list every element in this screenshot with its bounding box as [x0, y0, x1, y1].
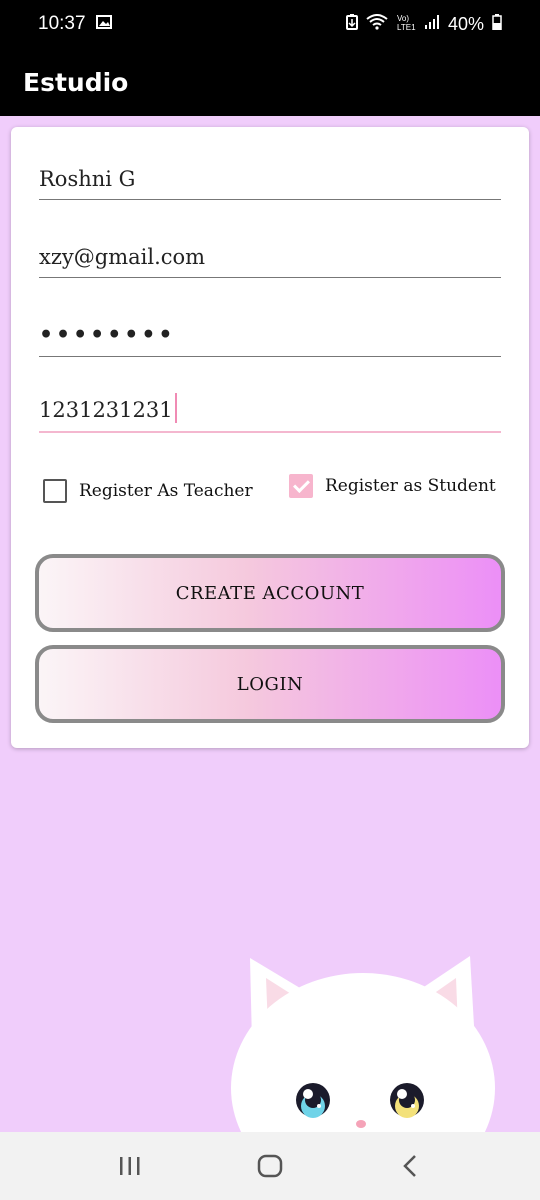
status-left: 10:37: [38, 13, 112, 35]
svg-text:Vo): Vo): [397, 14, 409, 23]
login-label: LOGIN: [236, 673, 304, 695]
login-button[interactable]: LOGIN: [35, 645, 505, 723]
battery-percent: 40%: [447, 13, 484, 34]
name-field[interactable]: Roshni G: [39, 167, 501, 200]
password-field[interactable]: ••••••••: [39, 322, 501, 357]
battery-icon: [492, 13, 502, 35]
student-checkbox-label: Register as Student: [325, 476, 496, 496]
student-checkbox-box[interactable]: [289, 474, 313, 498]
battery-saver-icon: [345, 13, 358, 35]
volte-icon: Vo) LTE1: [396, 13, 416, 36]
signal-icon: [424, 14, 440, 35]
text-cursor: [174, 393, 177, 423]
status-time: 10:37: [38, 13, 86, 34]
teacher-checkbox-label: Register As Teacher: [79, 481, 253, 501]
role-checkboxes: Register As Teacher Register as Student: [11, 471, 529, 511]
wifi-icon: [366, 13, 388, 35]
home-icon[interactable]: [250, 1146, 290, 1186]
app-title: Estudio: [23, 67, 129, 97]
password-value: ••••••••: [39, 322, 176, 348]
svg-text:LTE1: LTE1: [397, 23, 416, 31]
phone-value: 1231231231: [39, 398, 173, 422]
status-bar: 10:37 Vo) LTE1 40%: [0, 0, 540, 48]
back-icon[interactable]: [390, 1146, 430, 1186]
create-account-label: CREATE ACCOUNT: [175, 582, 365, 604]
recent-apps-icon[interactable]: [110, 1146, 150, 1186]
phone-field[interactable]: 1231231231: [39, 393, 501, 433]
cat-illustration: [230, 948, 500, 1200]
status-right: Vo) LTE1 40%: [345, 13, 502, 36]
name-value: Roshni G: [39, 167, 136, 191]
register-student-checkbox[interactable]: Register as Student: [289, 474, 496, 498]
register-teacher-checkbox[interactable]: Register As Teacher: [43, 479, 253, 503]
create-account-button[interactable]: CREATE ACCOUNT: [35, 554, 505, 632]
app-bar: Estudio: [0, 48, 540, 116]
email-value: xzy@gmail.com: [39, 245, 206, 269]
teacher-checkbox-box[interactable]: [43, 479, 67, 503]
gallery-icon: [95, 13, 112, 35]
email-field[interactable]: xzy@gmail.com: [39, 245, 501, 278]
registration-card: Roshni G xzy@gmail.com •••••••• 12312312…: [11, 127, 529, 748]
navigation-bar: [0, 1132, 540, 1200]
